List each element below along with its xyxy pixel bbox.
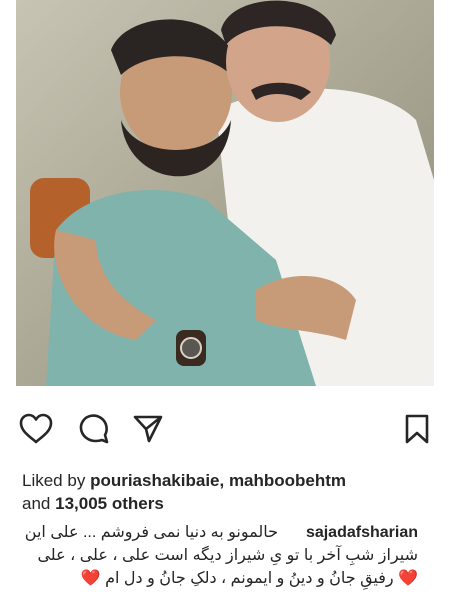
share-button[interactable] [129, 410, 167, 448]
bookmark-icon [405, 414, 429, 444]
photo-image [16, 0, 434, 386]
like-button[interactable] [17, 410, 55, 448]
post-photo[interactable] [16, 0, 434, 386]
caption-username[interactable]: sajadafsharian [306, 521, 418, 544]
liked-by-users[interactable]: pouriashakibaie, mahboobehtm [90, 471, 346, 490]
likes-prefix: Liked by [22, 471, 86, 490]
save-button[interactable] [398, 410, 436, 448]
send-icon [133, 415, 163, 443]
likes-others-count[interactable]: 13,005 others [55, 494, 164, 513]
likes-summary[interactable]: Liked by pouriashakibaie, mahboobehtm an… [22, 469, 437, 515]
caption-line: ❤️ رفیقِ جانُ و دینُ و ایمونم ، دلکِ جان… [80, 570, 418, 587]
comment-button[interactable] [75, 410, 113, 448]
comment-icon [79, 414, 109, 444]
caption-line: شیراز شبِ آخر با تو یِ شیراز دیگه است عل… [37, 547, 418, 564]
heart-icon [19, 413, 53, 444]
post-action-bar [0, 410, 450, 454]
likes-and: and [22, 494, 51, 513]
